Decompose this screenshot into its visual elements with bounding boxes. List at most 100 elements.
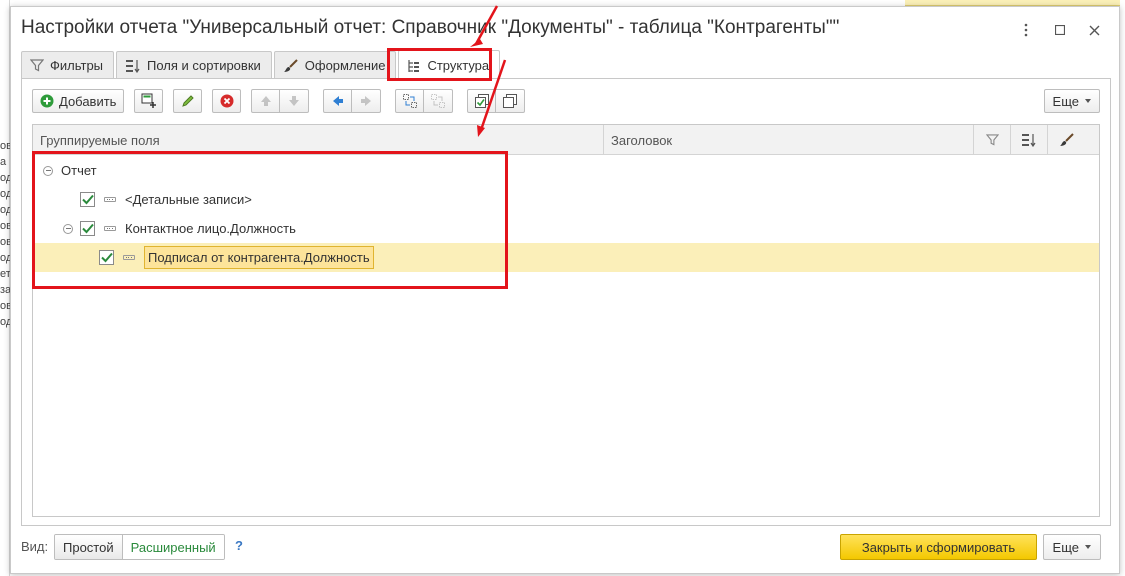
checkmark-icon	[81, 223, 94, 234]
tree-row-label: Контактное лицо.Должность	[125, 221, 296, 236]
row-checkbox[interactable]	[80, 221, 95, 236]
grouping-field-icon	[123, 255, 135, 260]
arrow-right-icon	[361, 96, 372, 106]
level-down-button[interactable]	[352, 89, 382, 113]
move-up-button[interactable]	[251, 89, 281, 113]
filter-icon	[985, 134, 999, 146]
background-text-fragment: од	[0, 252, 10, 264]
footer-bar: Вид: Простой Расширенный ? Закрыть и сфо…	[21, 534, 1111, 560]
tree-row-label: Отчет	[61, 163, 97, 178]
grouping-field-icon	[104, 197, 116, 202]
tab-appearance[interactable]: Оформление	[273, 51, 397, 79]
structure-panel: Добавить Еще Группируемые поля Заголовок…	[21, 78, 1111, 526]
maximize-icon[interactable]	[1043, 21, 1077, 39]
row-checkbox[interactable]	[99, 250, 114, 265]
uncheck-all-button[interactable]	[496, 89, 526, 113]
footer-more-button[interactable]: Еще	[1042, 534, 1101, 560]
arrow-up-icon	[260, 96, 271, 106]
window-controls	[1009, 21, 1111, 39]
background-text-fragment: од	[0, 204, 10, 216]
row-checkbox[interactable]	[80, 192, 95, 207]
structure-icon	[408, 59, 420, 72]
check-all-icon	[474, 94, 489, 108]
add-group-button[interactable]	[134, 89, 164, 113]
close-icon[interactable]	[1077, 21, 1111, 39]
background-text-fragment: ет	[0, 268, 10, 280]
tab-label: Поля и сортировки	[147, 58, 261, 73]
checkmark-icon	[81, 194, 94, 205]
more-button-label: Еще	[1052, 539, 1079, 555]
check-all-button[interactable]	[467, 89, 497, 113]
report-settings-window: Настройки отчета "Универсальный отчет: С…	[10, 6, 1120, 574]
background-text-fragment: а	[0, 156, 7, 168]
move-down-button[interactable]	[280, 89, 310, 113]
tree-row-label[interactable]: Подписал от контрагента.Должность	[144, 246, 374, 269]
column-header-appearance[interactable]	[1048, 125, 1085, 155]
tree-row-signed-by-position[interactable]: Подписал от контрагента.Должность	[33, 243, 1099, 272]
tab-fields-sort[interactable]: Поля и сортировки	[116, 51, 272, 79]
help-link[interactable]: ?	[235, 538, 243, 553]
column-header-filter[interactable]	[974, 125, 1011, 155]
chevron-down-icon	[1085, 545, 1091, 549]
tab-label: Оформление	[304, 58, 386, 73]
background-app-strip: ов а од од од ов ов од ет за ов од	[0, 0, 10, 576]
add-group-icon	[141, 93, 156, 108]
brush-icon	[283, 58, 298, 72]
pencil-icon	[182, 95, 194, 107]
tree-row-detail-records[interactable]: <Детальные записи>	[33, 185, 1099, 214]
background-text-fragment: ов	[0, 140, 10, 152]
chevron-down-icon	[1085, 99, 1091, 103]
structure-toolbar: Добавить	[32, 89, 539, 113]
settings-tabs: Фильтры Поля и сортировки Оформление Стр…	[21, 50, 502, 80]
view-extended-button[interactable]: Расширенный	[122, 535, 224, 559]
structure-tree-grid: Группируемые поля Заголовок Отчет <Детал…	[32, 124, 1100, 517]
background-text-fragment: за	[0, 284, 10, 296]
background-text-fragment: од	[0, 316, 10, 328]
checkmark-icon	[100, 252, 113, 263]
background-text-fragment: ов	[0, 236, 10, 248]
brush-icon	[1059, 133, 1074, 146]
close-and-generate-button[interactable]: Закрыть и сформировать	[840, 534, 1037, 560]
ungroup-icon	[431, 94, 446, 108]
background-text-fragment: ов	[0, 220, 10, 232]
delete-icon	[220, 94, 234, 108]
background-text-fragment: ов	[0, 300, 10, 312]
more-button-label: Еще	[1052, 93, 1079, 109]
collapse-icon[interactable]	[43, 165, 53, 176]
background-text-fragment: од	[0, 172, 10, 184]
tab-filters[interactable]: Фильтры	[21, 51, 115, 79]
arrow-down-icon	[289, 96, 300, 106]
window-title: Настройки отчета "Универсальный отчет: С…	[21, 17, 840, 38]
column-header-fields[interactable]: Группируемые поля	[33, 125, 604, 155]
arrow-left-icon	[332, 96, 343, 106]
column-header-title[interactable]: Заголовок	[604, 125, 974, 155]
uncheck-all-icon	[503, 94, 518, 108]
view-mode-switch: Простой Расширенный	[54, 534, 225, 560]
tab-label: Структура	[427, 58, 490, 73]
tab-structure[interactable]: Структура	[398, 50, 501, 80]
background-text-fragment: од	[0, 188, 10, 200]
edit-button[interactable]	[173, 89, 203, 113]
group-icon	[402, 94, 417, 108]
tree-row-report[interactable]: Отчет	[33, 156, 1099, 185]
add-icon	[40, 94, 54, 108]
level-up-button[interactable]	[323, 89, 353, 113]
ungroup-button[interactable]	[424, 89, 454, 113]
filter-icon	[30, 59, 44, 72]
grid-header: Группируемые поля Заголовок	[33, 125, 1099, 155]
delete-button[interactable]	[212, 89, 242, 113]
fields-sort-icon	[1022, 134, 1036, 147]
tree-row-contact-position[interactable]: Контактное лицо.Должность	[33, 214, 1099, 243]
collapse-icon[interactable]	[63, 223, 73, 234]
tree-row-label: <Детальные записи>	[125, 192, 252, 207]
add-button-label: Добавить	[59, 93, 117, 109]
group-button[interactable]	[395, 89, 425, 113]
view-simple-button[interactable]: Простой	[55, 535, 123, 559]
vertical-dots-icon[interactable]	[1009, 21, 1043, 39]
grouping-field-icon	[104, 226, 116, 231]
add-button[interactable]: Добавить	[32, 89, 125, 113]
toolbar-more-button[interactable]: Еще	[1043, 89, 1100, 113]
view-label: Вид:	[21, 539, 49, 554]
column-header-sort[interactable]	[1011, 125, 1048, 155]
tab-label: Фильтры	[50, 58, 104, 73]
